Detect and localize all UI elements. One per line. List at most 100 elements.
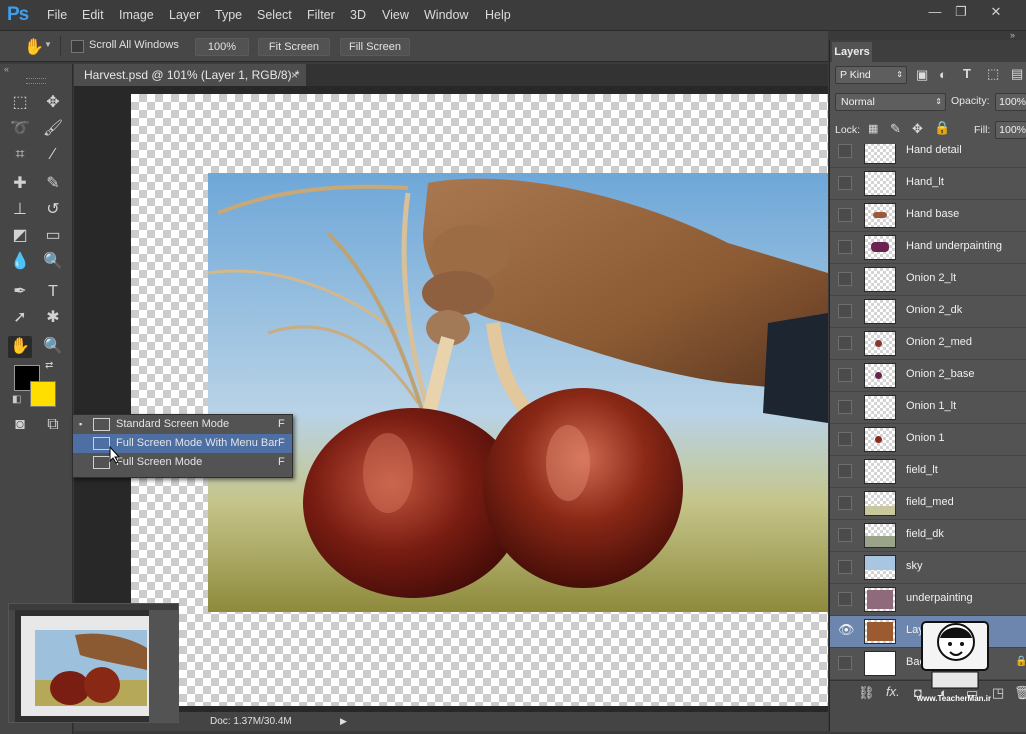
filter-type-icon[interactable]: T xyxy=(963,66,971,81)
history-brush-tool-icon[interactable]: ↺ xyxy=(41,199,65,221)
menu-window[interactable]: Window xyxy=(424,8,468,22)
hand-tool-icon-selected[interactable]: ✋ xyxy=(8,336,32,358)
menu-file[interactable]: File xyxy=(47,8,67,22)
layer-row[interactable]: Hand_lt xyxy=(830,168,1026,200)
visibility-toggle[interactable] xyxy=(838,592,852,606)
lasso-tool-icon[interactable]: ➰ xyxy=(8,118,32,140)
lock-transparent-icon[interactable]: ▦ xyxy=(868,122,878,135)
lock-position-icon[interactable]: ✥ xyxy=(912,121,923,137)
filter-kind-select[interactable]: Ρ Kind ⇕ xyxy=(835,66,907,84)
layer-row[interactable]: Hand base xyxy=(830,200,1026,232)
visibility-toggle[interactable] xyxy=(838,272,852,286)
fill-input[interactable]: 100% xyxy=(995,121,1026,139)
dodge-tool-icon[interactable]: 🔍 xyxy=(41,251,65,273)
fill-screen-button[interactable]: Fill Screen xyxy=(340,38,410,56)
healing-brush-tool-icon[interactable]: ✚ xyxy=(8,173,32,195)
close-document-icon[interactable]: × xyxy=(291,64,298,86)
fit-screen-button[interactable]: Fit Screen xyxy=(258,38,330,56)
crop-tool-icon[interactable]: ⌗ xyxy=(8,144,32,166)
full-screen-with-menu-bar-item[interactable]: Full Screen Mode With Menu Bar F xyxy=(73,434,292,453)
eyedropper-tool-icon[interactable]: ⁄ xyxy=(41,144,65,166)
gradient-tool-icon[interactable]: ▭ xyxy=(41,225,65,247)
layers-tab[interactable]: Layers xyxy=(832,42,872,62)
grip-icon[interactable] xyxy=(26,78,46,84)
close-window-button[interactable]: ✕ xyxy=(974,3,1018,21)
blur-tool-icon[interactable]: 💧 xyxy=(8,251,32,273)
quick-mask-icon[interactable]: ◙ xyxy=(8,414,32,436)
move-tool-icon[interactable]: ✥ xyxy=(41,92,65,114)
filter-shape-icon[interactable]: ⬚ xyxy=(987,66,999,82)
full-screen-mode-item[interactable]: Full Screen Mode F xyxy=(73,453,292,472)
visibility-toggle[interactable] xyxy=(838,304,852,318)
minimize-button[interactable]: — xyxy=(922,3,948,21)
panel-collapse-icon[interactable]: » xyxy=(1010,30,1015,40)
type-tool-icon[interactable]: T xyxy=(41,281,65,303)
visibility-toggle[interactable] xyxy=(838,528,852,542)
layer-row[interactable]: Onion 2_med xyxy=(830,328,1026,360)
eye-icon[interactable]: 👁 xyxy=(838,623,855,636)
scroll-all-windows-checkbox[interactable] xyxy=(71,40,84,53)
marquee-tool-icon[interactable]: ⬚ xyxy=(8,92,32,114)
layer-row[interactable]: field_dk xyxy=(830,520,1026,552)
filter-adjustment-icon[interactable]: ◐ xyxy=(939,67,947,82)
menu-layer[interactable]: Layer xyxy=(169,8,200,22)
layer-row[interactable]: Onion 2_dk xyxy=(830,296,1026,328)
brush-tool-icon[interactable]: ✎ xyxy=(41,173,65,195)
opacity-input[interactable]: 100% xyxy=(995,93,1026,111)
screen-mode-icon[interactable]: ⧉ xyxy=(41,414,65,436)
standard-screen-mode-item[interactable]: ▪ Standard Screen Mode F xyxy=(73,415,292,434)
menu-edit[interactable]: Edit xyxy=(82,8,104,22)
visibility-toggle[interactable] xyxy=(838,656,852,670)
menu-image[interactable]: Image xyxy=(119,8,154,22)
swap-colors-icon[interactable]: ⇄ xyxy=(45,360,53,371)
document-tab[interactable]: Harvest.psd @ 101% (Layer 1, RGB/8) * × xyxy=(74,64,306,86)
collapse-icon[interactable]: « xyxy=(4,64,9,74)
visibility-toggle[interactable] xyxy=(838,144,852,158)
menu-filter[interactable]: Filter xyxy=(307,8,335,22)
filter-smart-object-icon[interactable]: ▤ xyxy=(1011,66,1023,82)
layer-row[interactable]: field_lt xyxy=(830,456,1026,488)
lock-image-icon[interactable]: ✎ xyxy=(890,121,901,137)
blend-mode-select[interactable]: Normal ⇕ xyxy=(835,93,946,111)
quick-selection-tool-icon[interactable]: 🖌 xyxy=(41,118,65,140)
trash-icon[interactable]: 🗑 xyxy=(1014,685,1026,701)
hand-tool-icon[interactable]: ✋ xyxy=(24,37,44,57)
fx-icon[interactable]: fx. xyxy=(886,684,900,699)
layer-row[interactable]: field_med xyxy=(830,488,1026,520)
tool-preset-arrow-icon[interactable]: ▼ xyxy=(44,40,52,49)
restore-button[interactable]: ❐ xyxy=(948,3,974,21)
background-color-swatch[interactable] xyxy=(30,381,56,407)
lock-all-icon[interactable]: 🔒 xyxy=(934,120,950,136)
menu-type[interactable]: Type xyxy=(215,8,242,22)
pen-tool-icon[interactable]: ✒ xyxy=(8,281,32,303)
menu-view[interactable]: View xyxy=(382,8,409,22)
layer-row[interactable]: Hand underpainting xyxy=(830,232,1026,264)
default-colors-icon[interactable]: ◧ xyxy=(12,394,21,405)
status-menu-arrow-icon[interactable]: ▶ xyxy=(340,712,347,731)
visibility-toggle[interactable] xyxy=(838,176,852,190)
zoom-100-button[interactable]: 100% xyxy=(195,38,249,56)
visibility-toggle[interactable] xyxy=(838,560,852,574)
visibility-toggle[interactable] xyxy=(838,240,852,254)
link-icon[interactable]: ⛓ xyxy=(858,685,875,701)
visibility-toggle[interactable] xyxy=(838,400,852,414)
menu-select[interactable]: Select xyxy=(257,8,292,22)
visibility-toggle[interactable] xyxy=(838,432,852,446)
visibility-toggle[interactable] xyxy=(838,208,852,222)
visibility-toggle[interactable] xyxy=(838,368,852,382)
layer-row[interactable]: Hand detail xyxy=(830,144,1026,168)
menu-3d[interactable]: 3D xyxy=(350,8,366,22)
layer-row[interactable]: Onion 2_lt xyxy=(830,264,1026,296)
layer-row[interactable]: Onion 1_lt xyxy=(830,392,1026,424)
clone-stamp-tool-icon[interactable]: ⊥ xyxy=(8,199,32,221)
visibility-toggle[interactable] xyxy=(838,464,852,478)
shape-tool-icon[interactable]: ✱ xyxy=(41,307,65,329)
layer-row[interactable]: sky xyxy=(830,552,1026,584)
canvas-photo[interactable] xyxy=(208,173,828,612)
layer-row[interactable]: Onion 1 xyxy=(830,424,1026,456)
eraser-tool-icon[interactable]: ◩ xyxy=(8,225,32,247)
zoom-tool-icon[interactable]: 🔍 xyxy=(41,336,65,358)
visibility-toggle[interactable] xyxy=(838,496,852,510)
visibility-toggle[interactable] xyxy=(838,336,852,350)
filter-pixel-icon[interactable]: ▣ xyxy=(916,67,928,83)
